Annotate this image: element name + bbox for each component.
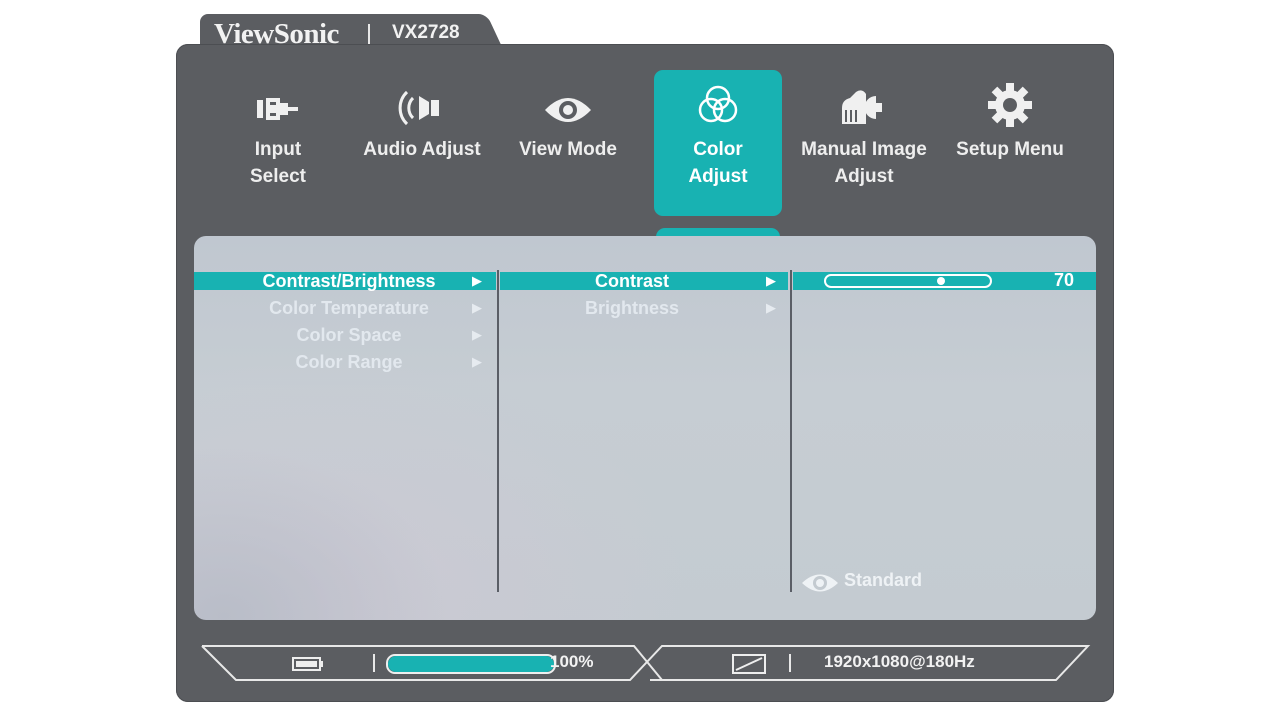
gear-icon [946, 70, 1074, 130]
column-divider [790, 270, 792, 592]
view-mode-label: Standard [844, 570, 923, 590]
osd-window: Input Select Audio Adjust View Mode Colo… [176, 44, 1114, 702]
resolution-text: 1920x1080@180Hz [824, 652, 975, 671]
menu-view-mode[interactable]: View Mode [504, 70, 632, 216]
menu-label-line1: Input [254, 139, 302, 160]
color-circles-icon [654, 70, 782, 130]
arrow-right-icon: ▶ [472, 354, 482, 369]
menu-label-line1: Color [693, 139, 743, 160]
submenu-item-contrast-brightness[interactable]: Contrast/Brightness [214, 271, 484, 291]
arrow-right-icon: ▶ [766, 273, 776, 288]
menu-label-line2: Adjust [834, 166, 894, 187]
progress-percent: 100% [550, 652, 594, 671]
model-name: VX2728 [392, 22, 460, 43]
hand-wrench-icon [800, 70, 928, 130]
menu-label-line1: Audio Adjust [363, 139, 481, 160]
aspect-ratio-icon [732, 654, 768, 679]
progress-fill [388, 656, 554, 672]
arrow-right-icon: ▶ [766, 300, 776, 315]
submenu-panel: Contrast/Brightness ▶ Color Temperature … [194, 236, 1096, 620]
menu-label-line1: View Mode [519, 139, 617, 160]
submenu-item-color-temperature[interactable]: Color Temperature [214, 298, 484, 318]
arrow-right-icon: ▶ [472, 327, 482, 342]
menu-label-line1: Manual Image [801, 139, 927, 160]
battery-icon [292, 656, 324, 677]
menu-label-line2: Select [250, 166, 306, 187]
contrast-slider[interactable] [824, 274, 992, 288]
submenu-item-contrast[interactable]: Contrast [510, 271, 754, 291]
menu-input-select[interactable]: Input Select [214, 70, 342, 216]
column-divider [497, 270, 499, 592]
speaker-icon [358, 70, 486, 130]
status-bar: 100% 1920x1080@180Hz [200, 644, 1092, 684]
contrast-value: 70 [1053, 270, 1074, 290]
submenu-item-color-range[interactable]: Color Range [214, 352, 484, 372]
menu-setup[interactable]: Setup Menu [946, 70, 1074, 216]
menu-manual-image-adjust[interactable]: Manual Image Adjust [800, 70, 928, 216]
eye-icon [800, 570, 840, 601]
arrow-right-icon: ▶ [472, 300, 482, 315]
menu-label-line1: Setup Menu [956, 139, 1064, 160]
submenu-item-brightness[interactable]: Brightness [510, 298, 754, 318]
slider-knob[interactable] [936, 277, 945, 285]
menu-audio-adjust[interactable]: Audio Adjust [358, 70, 486, 216]
submenu-item-color-space[interactable]: Color Space [214, 325, 484, 345]
brand-separator [368, 24, 370, 46]
input-plug-icon [214, 70, 342, 130]
arrow-right-icon: ▶ [472, 273, 482, 288]
progress-bar [386, 654, 556, 674]
menu-label-line2: Adjust [688, 166, 748, 187]
menu-color-adjust[interactable]: Color Adjust [654, 70, 782, 216]
top-menu: Input Select Audio Adjust View Mode Colo… [176, 44, 1114, 242]
eye-icon [504, 70, 632, 130]
